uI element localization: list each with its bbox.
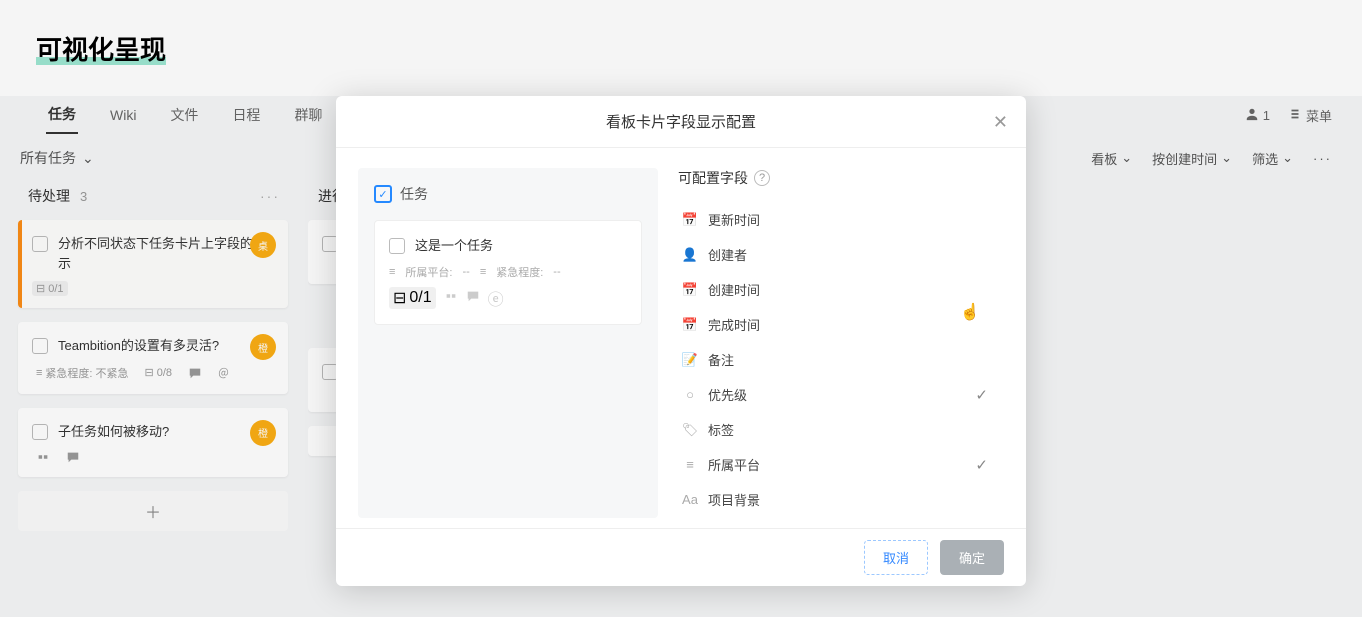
field-option[interactable]: 📅 创建时间 (678, 272, 998, 307)
field-label: 完成时间 (708, 315, 760, 334)
modal-body: 任务 这是一个任务 ≡ 所属平台: -- ≡ 紧急程度: -- (336, 148, 1026, 528)
attachment-icon: ⓔ (488, 286, 504, 310)
field-type-icon: 👤 (682, 247, 698, 263)
modal-footer: 取消 确定 (336, 528, 1026, 586)
field-option[interactable]: 📅 更新时间 (678, 202, 998, 237)
help-icon[interactable]: ? (754, 170, 770, 186)
comment-icon (466, 289, 480, 308)
field-label: 创建时间 (708, 280, 760, 299)
field-config-modal: 看板卡片字段显示配置 ✕ 任务 这是一个任务 ≡ 所属平台: -- (336, 96, 1026, 586)
field-label: 标签 (708, 420, 734, 439)
preview-card: 这是一个任务 ≡ 所属平台: -- ≡ 紧急程度: -- ⊟ 0/1 (374, 220, 642, 325)
preview-urgency-value: -- (553, 266, 560, 278)
config-heading: 可配置字段 ? (678, 168, 998, 188)
field-option[interactable]: ≡紧急程度✓ (678, 517, 998, 518)
field-label: 创建者 (708, 245, 747, 264)
link-icon (444, 289, 458, 308)
field-option[interactable]: 👤 创建者 (678, 237, 998, 272)
field-label: 备注 (708, 350, 734, 369)
config-pane: 可配置字段 ? 📅 更新时间 👤 创建者 📅 创建时间 📅 完成时间 📝 备注 ○ 优先级 ✓ 🏷 标签 ≡ 所… (678, 168, 1004, 518)
preview-progress-text: 0/1 (409, 289, 431, 307)
field-type-icon: 📝 (682, 352, 698, 368)
modal-header: 看板卡片字段显示配置 ✕ (336, 96, 1026, 148)
modal-overlay: 看板卡片字段显示配置 ✕ 任务 这是一个任务 ≡ 所属平台: -- (0, 0, 1362, 617)
preview-progress: ⊟ 0/1 (389, 287, 436, 309)
field-option[interactable]: Aa 项目背景 (678, 482, 998, 517)
preview-heading-text: 任务 (400, 184, 428, 204)
field-label: 所属平台 (708, 455, 760, 474)
field-type-icon: 📅 (682, 212, 698, 228)
list-icon: ≡ (389, 266, 395, 278)
cursor-icon: ☝ (960, 302, 980, 322)
close-icon[interactable]: ✕ (993, 112, 1008, 133)
field-label: 项目背景 (708, 490, 760, 509)
field-type-icon: 📅 (682, 282, 698, 298)
preview-urgency-label: 紧急程度: (496, 264, 543, 280)
field-type-icon: ○ (682, 387, 698, 403)
config-heading-text: 可配置字段 (678, 168, 748, 188)
field-option[interactable]: ≡ 所属平台 ✓ (678, 447, 998, 482)
field-label: 更新时间 (708, 210, 760, 229)
preview-pane: 任务 这是一个任务 ≡ 所属平台: -- ≡ 紧急程度: -- (358, 168, 658, 518)
field-type-icon: Aa (682, 492, 698, 508)
list-icon: ≡ (480, 266, 486, 278)
confirm-button[interactable]: 确定 (940, 540, 1004, 575)
field-type-icon: 📅 (682, 317, 698, 333)
field-option[interactable]: ○ 优先级 ✓ (678, 377, 998, 412)
field-type-icon: ≡ (682, 457, 698, 473)
check-icon: ✓ (975, 456, 988, 474)
preview-checkbox (389, 238, 405, 254)
subtask-icon: ⊟ (393, 288, 406, 308)
preview-task-title: 这是一个任务 (415, 235, 493, 254)
field-option[interactable]: 📝 备注 (678, 342, 998, 377)
field-option[interactable]: 🏷 标签 (678, 412, 998, 447)
preview-platform-value: -- (462, 266, 469, 278)
preview-heading: 任务 (374, 184, 642, 204)
modal-title: 看板卡片字段显示配置 (606, 111, 756, 132)
cancel-button[interactable]: 取消 (864, 540, 928, 575)
preview-platform-label: 所属平台: (405, 264, 452, 280)
field-type-icon: 🏷 (682, 422, 698, 438)
field-option[interactable]: 📅 完成时间 (678, 307, 998, 342)
task-type-icon (374, 185, 392, 203)
field-label: 优先级 (708, 385, 747, 404)
check-icon: ✓ (975, 386, 988, 404)
